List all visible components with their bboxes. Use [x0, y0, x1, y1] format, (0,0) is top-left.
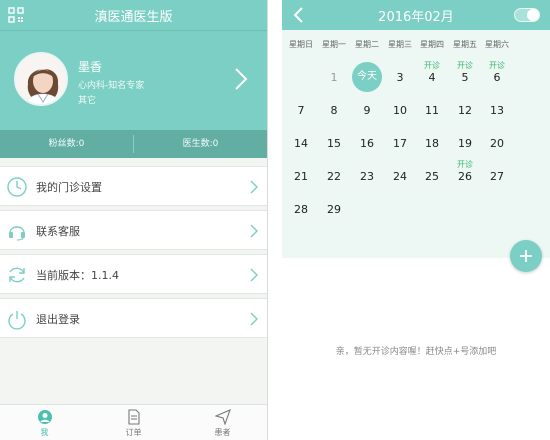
calendar-day[interactable]: 29 — [318, 203, 351, 216]
doctor-name: 墨香 — [78, 60, 103, 74]
clinic-open-badge: 开诊 — [457, 160, 473, 169]
headset-icon — [9, 226, 25, 241]
clinic-open-badge: 开诊 — [489, 61, 505, 70]
add-schedule-button[interactable] — [510, 240, 542, 272]
left-header: 滇医通医生版 — [0, 0, 267, 30]
schedule-toggle[interactable] — [514, 8, 540, 22]
calendar-day[interactable]: 7 — [285, 104, 318, 117]
tab-label: 患者 — [214, 428, 231, 437]
weekday-header: 星期五 — [453, 40, 477, 49]
calendar-day[interactable]: 5 — [449, 71, 482, 84]
weekday-header: 星期二 — [355, 40, 379, 49]
calendar-screen: 2016年02月 星期日 星期一 星期二 星期三 星期四 星期五 星期六 1 今天 3 开诊 4 开诊 5… — [282, 0, 550, 440]
chevron-right-icon — [250, 268, 258, 282]
calendar-day[interactable]: 14 — [285, 137, 318, 150]
profile-screen: 滇医通医生版 墨香 心内科-知名专家 其它 粉丝数:0 医生数:0 我的门诊设置… — [0, 0, 268, 440]
plus-icon — [520, 250, 532, 262]
calendar-day[interactable]: 8 — [318, 104, 351, 117]
today-marker[interactable]: 今天 — [352, 62, 382, 92]
menu-item-customer-service[interactable]: 联系客服 — [0, 210, 267, 250]
avatar[interactable] — [14, 52, 68, 106]
calendar-day[interactable]: 25 — [416, 170, 449, 183]
calendar-day[interactable]: 11 — [416, 104, 449, 117]
calendar-day[interactable]: 16 — [351, 137, 384, 150]
bottom-tab-bar: 我 订单 患者 — [0, 404, 267, 440]
weekday-header: 星期六 — [485, 40, 509, 49]
menu-item-logout[interactable]: 退出登录 — [0, 298, 267, 338]
empty-state-message: 亲，暂无开诊内容喔！赶快点+号添加吧 — [335, 347, 497, 357]
calendar-header: 2016年02月 — [282, 0, 550, 30]
clinic-open-badge: 开诊 — [457, 61, 473, 70]
month-title: 2016年02月 — [378, 10, 454, 25]
refresh-icon — [9, 267, 25, 283]
calendar-day[interactable]: 18 — [416, 137, 449, 150]
menu-item-version[interactable]: 当前版本：1.1.4 — [0, 254, 267, 294]
calendar-day[interactable]: 19 — [449, 137, 482, 150]
weekday-header: 星期一 — [322, 40, 346, 49]
menu-item-label: 退出登录 — [36, 313, 80, 326]
menu-item-label: 我的门诊设置 — [36, 181, 102, 194]
calendar-day[interactable]: 27 — [481, 170, 514, 183]
calendar-day[interactable]: 20 — [481, 137, 514, 150]
weekday-header: 星期四 — [420, 40, 444, 49]
calendar-day[interactable]: 4 — [416, 71, 449, 84]
chevron-right-icon — [250, 224, 258, 238]
calendar-day[interactable]: 3 — [384, 71, 417, 84]
weekday-header: 星期日 — [289, 40, 313, 49]
power-icon — [8, 311, 26, 330]
calendar-day[interactable]: 23 — [351, 170, 384, 183]
calendar-day[interactable]: 12 — [449, 104, 482, 117]
tab-label: 订单 — [125, 428, 142, 437]
doctor-department: 心内科-知名专家 — [78, 81, 145, 91]
profile-card[interactable]: 墨香 心内科-知名专家 其它 — [0, 30, 267, 130]
calendar-day[interactable]: 13 — [481, 104, 514, 117]
tab-me[interactable]: 我 — [0, 405, 89, 440]
chevron-right-icon[interactable] — [233, 67, 249, 91]
chevron-right-icon — [250, 180, 258, 194]
settings-menu: 我的门诊设置 联系客服 当前版本：1.1.4 退出登录 — [0, 166, 267, 338]
calendar-day[interactable]: 17 — [384, 137, 417, 150]
calendar-day[interactable]: 15 — [318, 137, 351, 150]
calendar-day[interactable]: 10 — [384, 104, 417, 117]
calendar-day[interactable]: 9 — [351, 104, 384, 117]
doctors-count[interactable]: 医生数:0 — [134, 130, 267, 158]
fans-count[interactable]: 粉丝数:0 — [0, 130, 133, 158]
calendar-day[interactable]: 1 — [318, 71, 351, 84]
tab-orders[interactable]: 订单 — [89, 405, 178, 440]
menu-item-clinic-settings[interactable]: 我的门诊设置 — [0, 166, 267, 206]
calendar-day[interactable]: 22 — [318, 170, 351, 183]
calendar-day[interactable]: 24 — [384, 170, 417, 183]
stats-bar: 粉丝数:0 医生数:0 — [0, 130, 267, 158]
menu-item-label: 当前版本：1.1.4 — [36, 269, 119, 282]
calendar-day[interactable]: 26 — [449, 170, 482, 183]
doctor-extra: 其它 — [78, 96, 97, 106]
chevron-right-icon — [250, 312, 258, 326]
calendar-day[interactable]: 28 — [285, 203, 318, 216]
calendar-day[interactable]: 6 — [481, 71, 514, 84]
menu-item-label: 联系客服 — [36, 225, 80, 238]
calendar-day[interactable]: 21 — [285, 170, 318, 183]
app-title: 滇医通医生版 — [94, 10, 173, 25]
send-icon — [214, 409, 231, 425]
clinic-open-badge: 开诊 — [424, 61, 440, 70]
toggle-knob — [527, 9, 539, 21]
tab-patients[interactable]: 患者 — [178, 405, 267, 440]
clock-icon — [7, 177, 27, 197]
document-icon — [127, 409, 140, 425]
weekday-header: 星期三 — [388, 40, 412, 49]
calendar-grid: 星期日 星期一 星期二 星期三 星期四 星期五 星期六 1 今天 3 开诊 4 开诊 5 开诊 6 7 8 9 10 1… — [282, 30, 550, 258]
tab-label: 我 — [40, 428, 49, 437]
user-icon — [37, 410, 52, 424]
